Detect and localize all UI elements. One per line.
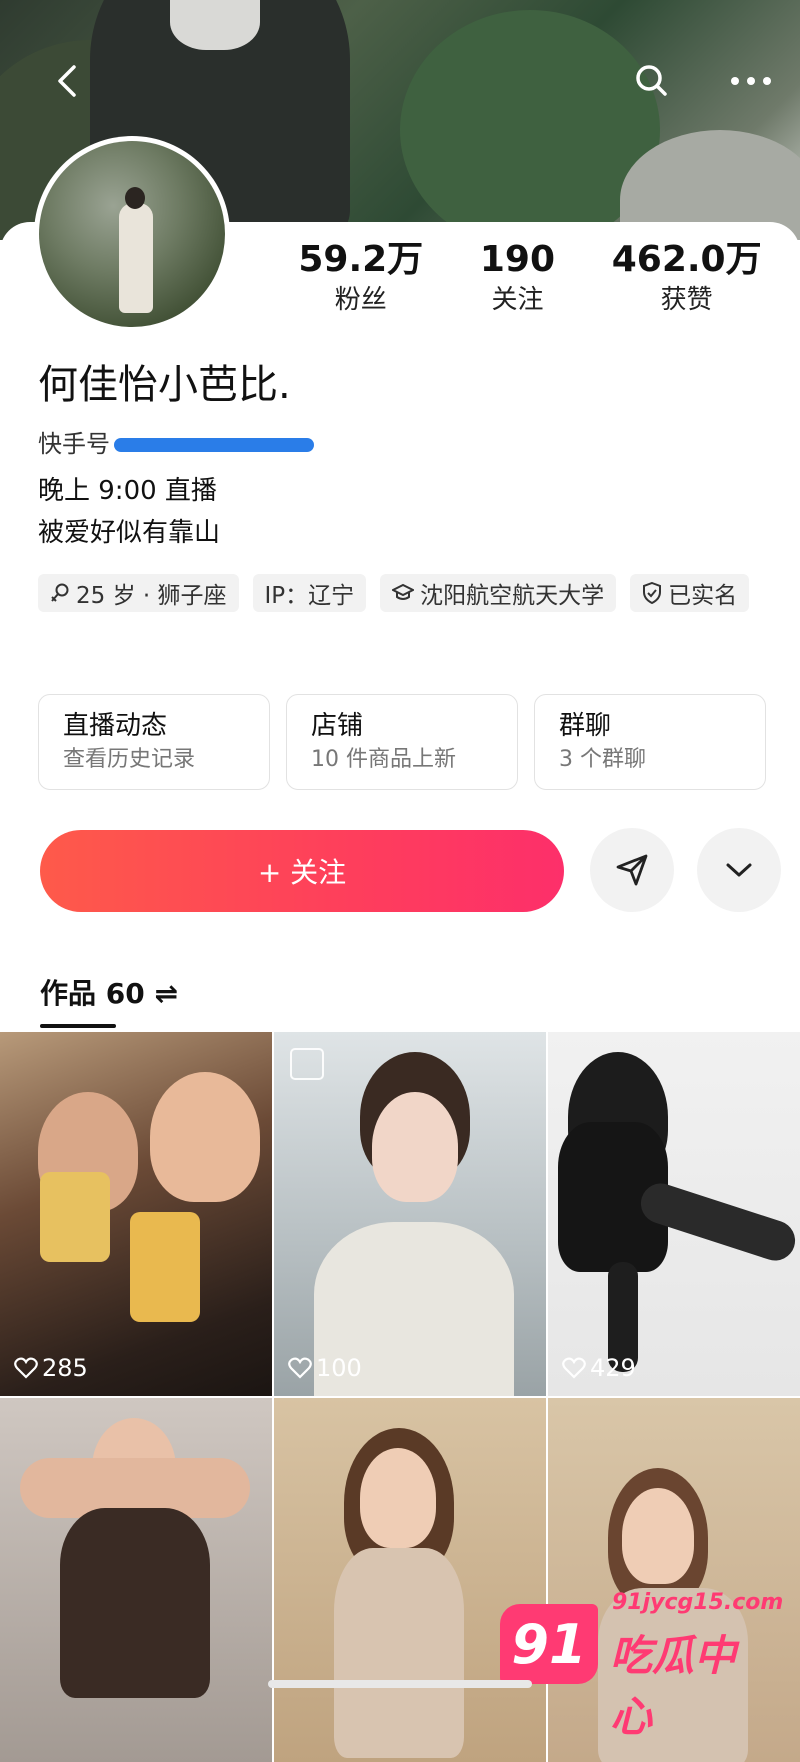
avatar-image bbox=[39, 141, 225, 327]
graduation-cap-icon bbox=[392, 583, 415, 600]
tab-works[interactable]: 作品 60 ⇌ bbox=[40, 972, 178, 1012]
tag-text: 25 岁 · 狮子座 bbox=[76, 583, 227, 609]
stat-label: 获赞 bbox=[660, 285, 713, 315]
follow-button[interactable]: + 关注 bbox=[40, 830, 564, 912]
stat-fans[interactable]: 59.2万 粉丝 bbox=[298, 238, 423, 318]
like-count: 285 bbox=[14, 1354, 88, 1382]
tag-school[interactable]: 沈阳航空航天大学 bbox=[380, 574, 617, 612]
tag-text: 已实名 bbox=[668, 583, 738, 609]
kuaishou-id-label: 快手号 bbox=[38, 430, 110, 458]
card-subtitle: 3 个群聊 bbox=[559, 747, 646, 772]
more-button[interactable] bbox=[726, 56, 776, 106]
stat-following[interactable]: 190 关注 bbox=[480, 238, 555, 318]
home-indicator bbox=[268, 1680, 532, 1688]
heart-icon bbox=[14, 1357, 38, 1379]
profile-tags: 25 岁 · 狮子座 IP：辽宁 沈阳航空航天大学 已实名 bbox=[38, 574, 778, 612]
bio-line: 晚上 9:00 直播 bbox=[38, 476, 217, 506]
gender-female-icon bbox=[51, 583, 69, 602]
watermark-logo: 91 91jycg15.com 吃瓜中心 bbox=[500, 1590, 783, 1741]
back-button[interactable] bbox=[42, 56, 92, 106]
work-item[interactable] bbox=[274, 1398, 546, 1762]
card-subtitle: 10 件商品上新 bbox=[311, 747, 456, 772]
like-count: 100 bbox=[288, 1354, 362, 1382]
card-subtitle: 查看历史记录 bbox=[63, 747, 196, 772]
work-item[interactable]: 429 bbox=[548, 1032, 800, 1396]
tag-verified: 已实名 bbox=[630, 574, 750, 612]
redaction-mark bbox=[114, 438, 314, 452]
work-item[interactable]: 285 bbox=[0, 1032, 272, 1396]
expand-button[interactable] bbox=[697, 828, 781, 912]
like-value: 100 bbox=[316, 1354, 362, 1382]
card-title: 店铺 bbox=[311, 711, 364, 741]
tab-underline bbox=[40, 1024, 116, 1028]
watermark-badge: 91 bbox=[500, 1604, 598, 1684]
like-value: 429 bbox=[590, 1354, 636, 1382]
tag-text: 沈阳航空航天大学 bbox=[420, 583, 605, 609]
search-icon bbox=[636, 65, 667, 96]
stat-value: 59.2万 bbox=[298, 239, 424, 280]
work-item[interactable]: 100 bbox=[274, 1032, 546, 1396]
heart-icon bbox=[288, 1357, 312, 1379]
card-group-chat[interactable]: 群聊 3 个群聊 bbox=[534, 694, 766, 790]
stat-label: 粉丝 bbox=[334, 285, 387, 315]
stat-label: 关注 bbox=[491, 285, 544, 315]
stat-likes[interactable]: 462.0万 获赞 bbox=[612, 238, 762, 318]
profile-name: 何佳怡小芭比. bbox=[38, 362, 291, 408]
like-value: 285 bbox=[42, 1354, 88, 1382]
more-dots-icon bbox=[731, 77, 771, 85]
stat-value: 462.0万 bbox=[611, 239, 762, 280]
stat-value: 190 bbox=[479, 239, 556, 280]
send-icon bbox=[616, 854, 648, 886]
card-title: 直播动态 bbox=[63, 711, 168, 741]
feature-cards: 直播动态 查看历史记录 店铺 10 件商品上新 群聊 3 个群聊 bbox=[38, 694, 800, 790]
watermark-text: 吃瓜中心 bbox=[610, 1631, 737, 1741]
watermark-url: 91jycg15.com bbox=[612, 1590, 784, 1615]
heart-icon bbox=[562, 1357, 586, 1379]
photo-album-icon bbox=[290, 1048, 324, 1080]
tag-text: IP：辽宁 bbox=[264, 583, 355, 609]
kuaishou-id[interactable]: 快手号 bbox=[38, 424, 314, 459]
search-button[interactable] bbox=[627, 56, 677, 106]
card-live-history[interactable]: 直播动态 查看历史记录 bbox=[38, 694, 270, 790]
chevron-left-icon bbox=[58, 65, 76, 97]
tag-ip: IP：辽宁 bbox=[252, 574, 367, 612]
profile-stats: 59.2万 粉丝 190 关注 462.0万 获赞 bbox=[270, 238, 790, 318]
card-title: 群聊 bbox=[559, 711, 612, 741]
like-count: 429 bbox=[562, 1354, 636, 1382]
tag-age: 25 岁 · 狮子座 bbox=[38, 574, 239, 612]
bio-line: 被爱好似有靠山 bbox=[38, 518, 221, 548]
card-shop[interactable]: 店铺 10 件商品上新 bbox=[286, 694, 518, 790]
share-button[interactable] bbox=[590, 828, 674, 912]
profile-bio: 晚上 9:00 直播 被爱好似有靠山 bbox=[38, 470, 220, 554]
chevron-down-icon bbox=[726, 863, 752, 877]
work-item[interactable] bbox=[0, 1398, 272, 1762]
shield-check-icon bbox=[643, 582, 662, 604]
avatar[interactable] bbox=[34, 136, 230, 332]
